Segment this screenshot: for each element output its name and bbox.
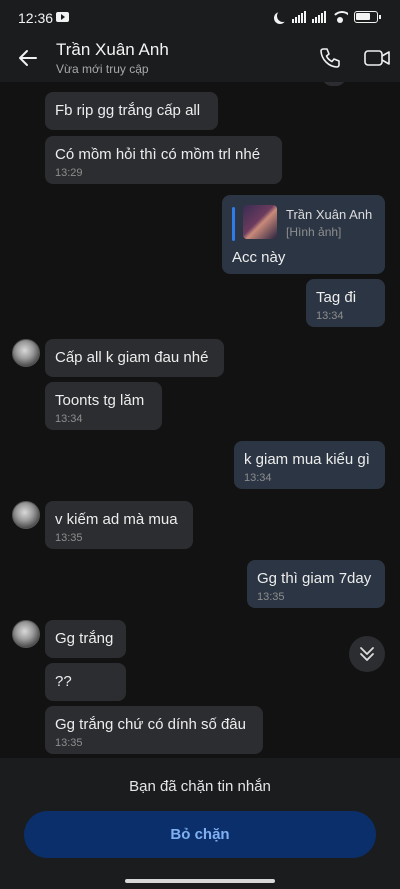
message-list[interactable]: Fb rip gg trắng cấp all Có mồm hỏi thì c… bbox=[0, 82, 400, 758]
reply-sender-name: Trần Xuân Anh bbox=[286, 207, 373, 222]
contact-name[interactable]: Trần Xuân Anh bbox=[56, 40, 169, 60]
contact-status: Vừa mới truy cập bbox=[56, 62, 149, 76]
message-bubble[interactable]: Có mồm hỏi thì có mồm trl nhé 13:29 bbox=[45, 136, 282, 184]
message-bubble[interactable]: Gg trắng chứ có dính số đâu 13:35 bbox=[45, 706, 263, 754]
blocked-footer: Bạn đã chặn tin nhắn Bỏ chặn bbox=[0, 758, 400, 889]
message-text: v kiếm ad mà mua bbox=[55, 511, 178, 528]
message-text: Tag đi bbox=[316, 289, 357, 306]
youtube-icon bbox=[56, 12, 69, 22]
message-text: k giam mua kiểu gì bbox=[244, 451, 370, 468]
avatar[interactable] bbox=[12, 501, 40, 529]
message-time: 13:35 bbox=[55, 532, 83, 544]
message-text: Gg trắng chứ có dính số đâu bbox=[55, 716, 246, 733]
message-text: ?? bbox=[55, 673, 72, 690]
video-call-button[interactable] bbox=[363, 46, 391, 70]
avatar[interactable] bbox=[12, 620, 40, 648]
wifi-icon bbox=[332, 11, 348, 23]
reply-image-thumbnail bbox=[243, 205, 277, 239]
reply-accent-bar bbox=[232, 207, 235, 241]
chat-header: Trần Xuân Anh Vừa mới truy cập bbox=[0, 34, 400, 82]
message-time: 13:34 bbox=[316, 310, 344, 322]
message-bubble[interactable]: k giam mua kiểu gì 13:34 bbox=[234, 441, 385, 489]
message-text: Gg thì giam 7day bbox=[257, 570, 372, 587]
message-text: Fb rip gg trắng cấp all bbox=[55, 102, 201, 119]
status-bar: 12:36 bbox=[0, 0, 400, 34]
avatar[interactable] bbox=[12, 339, 40, 367]
message-bubble[interactable]: Gg thì giam 7day 13:35 bbox=[247, 560, 385, 608]
chevron-double-down-icon bbox=[360, 647, 374, 661]
message-text: Gg trắng bbox=[55, 630, 114, 647]
message-bubble[interactable]: Tag đi 13:34 bbox=[306, 279, 385, 327]
blocked-notice: Bạn đã chặn tin nhắn bbox=[129, 778, 271, 795]
message-bubble[interactable]: Fb rip gg trắng cấp all bbox=[45, 92, 218, 130]
signal-icon bbox=[312, 11, 326, 23]
message-time: 13:34 bbox=[244, 472, 272, 484]
message-bubble[interactable]: Cấp all k giam đau nhé bbox=[45, 339, 224, 377]
status-icons bbox=[274, 9, 381, 25]
reply-content-type: [Hình ảnh] bbox=[286, 225, 342, 239]
phone-icon bbox=[320, 48, 340, 68]
message-bubble[interactable]: Toonts tg lăm 13:34 bbox=[45, 382, 162, 430]
message-time: 13:34 bbox=[55, 413, 83, 425]
unblock-button[interactable]: Bỏ chặn bbox=[24, 811, 376, 858]
message-bubble[interactable]: v kiếm ad mà mua 13:35 bbox=[45, 501, 193, 549]
scroll-to-bottom-button[interactable] bbox=[349, 636, 385, 672]
status-time: 12:36 bbox=[18, 10, 54, 26]
message-text: Cấp all k giam đau nhé bbox=[55, 349, 209, 366]
message-bubble[interactable]: ?? bbox=[45, 663, 126, 701]
reply-message-bubble[interactable]: Trần Xuân Anh [Hình ảnh] Acc này bbox=[222, 195, 385, 274]
call-button[interactable] bbox=[318, 46, 342, 70]
home-indicator[interactable] bbox=[125, 879, 275, 883]
scroll-indicator bbox=[322, 82, 346, 86]
message-bubble[interactable]: Gg trắng bbox=[45, 620, 126, 658]
message-text: Toonts tg lăm bbox=[55, 392, 145, 409]
message-time: 13:35 bbox=[55, 737, 83, 749]
signal-icon bbox=[292, 11, 306, 23]
video-camera-icon bbox=[364, 50, 390, 66]
back-button[interactable] bbox=[14, 44, 42, 72]
moon-icon bbox=[277, 10, 289, 22]
message-text: Acc này bbox=[232, 249, 286, 266]
message-text: Có mồm hỏi thì có mồm trl nhé bbox=[55, 146, 261, 163]
back-arrow-icon bbox=[19, 50, 37, 66]
message-time: 13:35 bbox=[257, 591, 285, 603]
message-time: 13:29 bbox=[55, 167, 83, 179]
battery-icon bbox=[354, 11, 381, 23]
